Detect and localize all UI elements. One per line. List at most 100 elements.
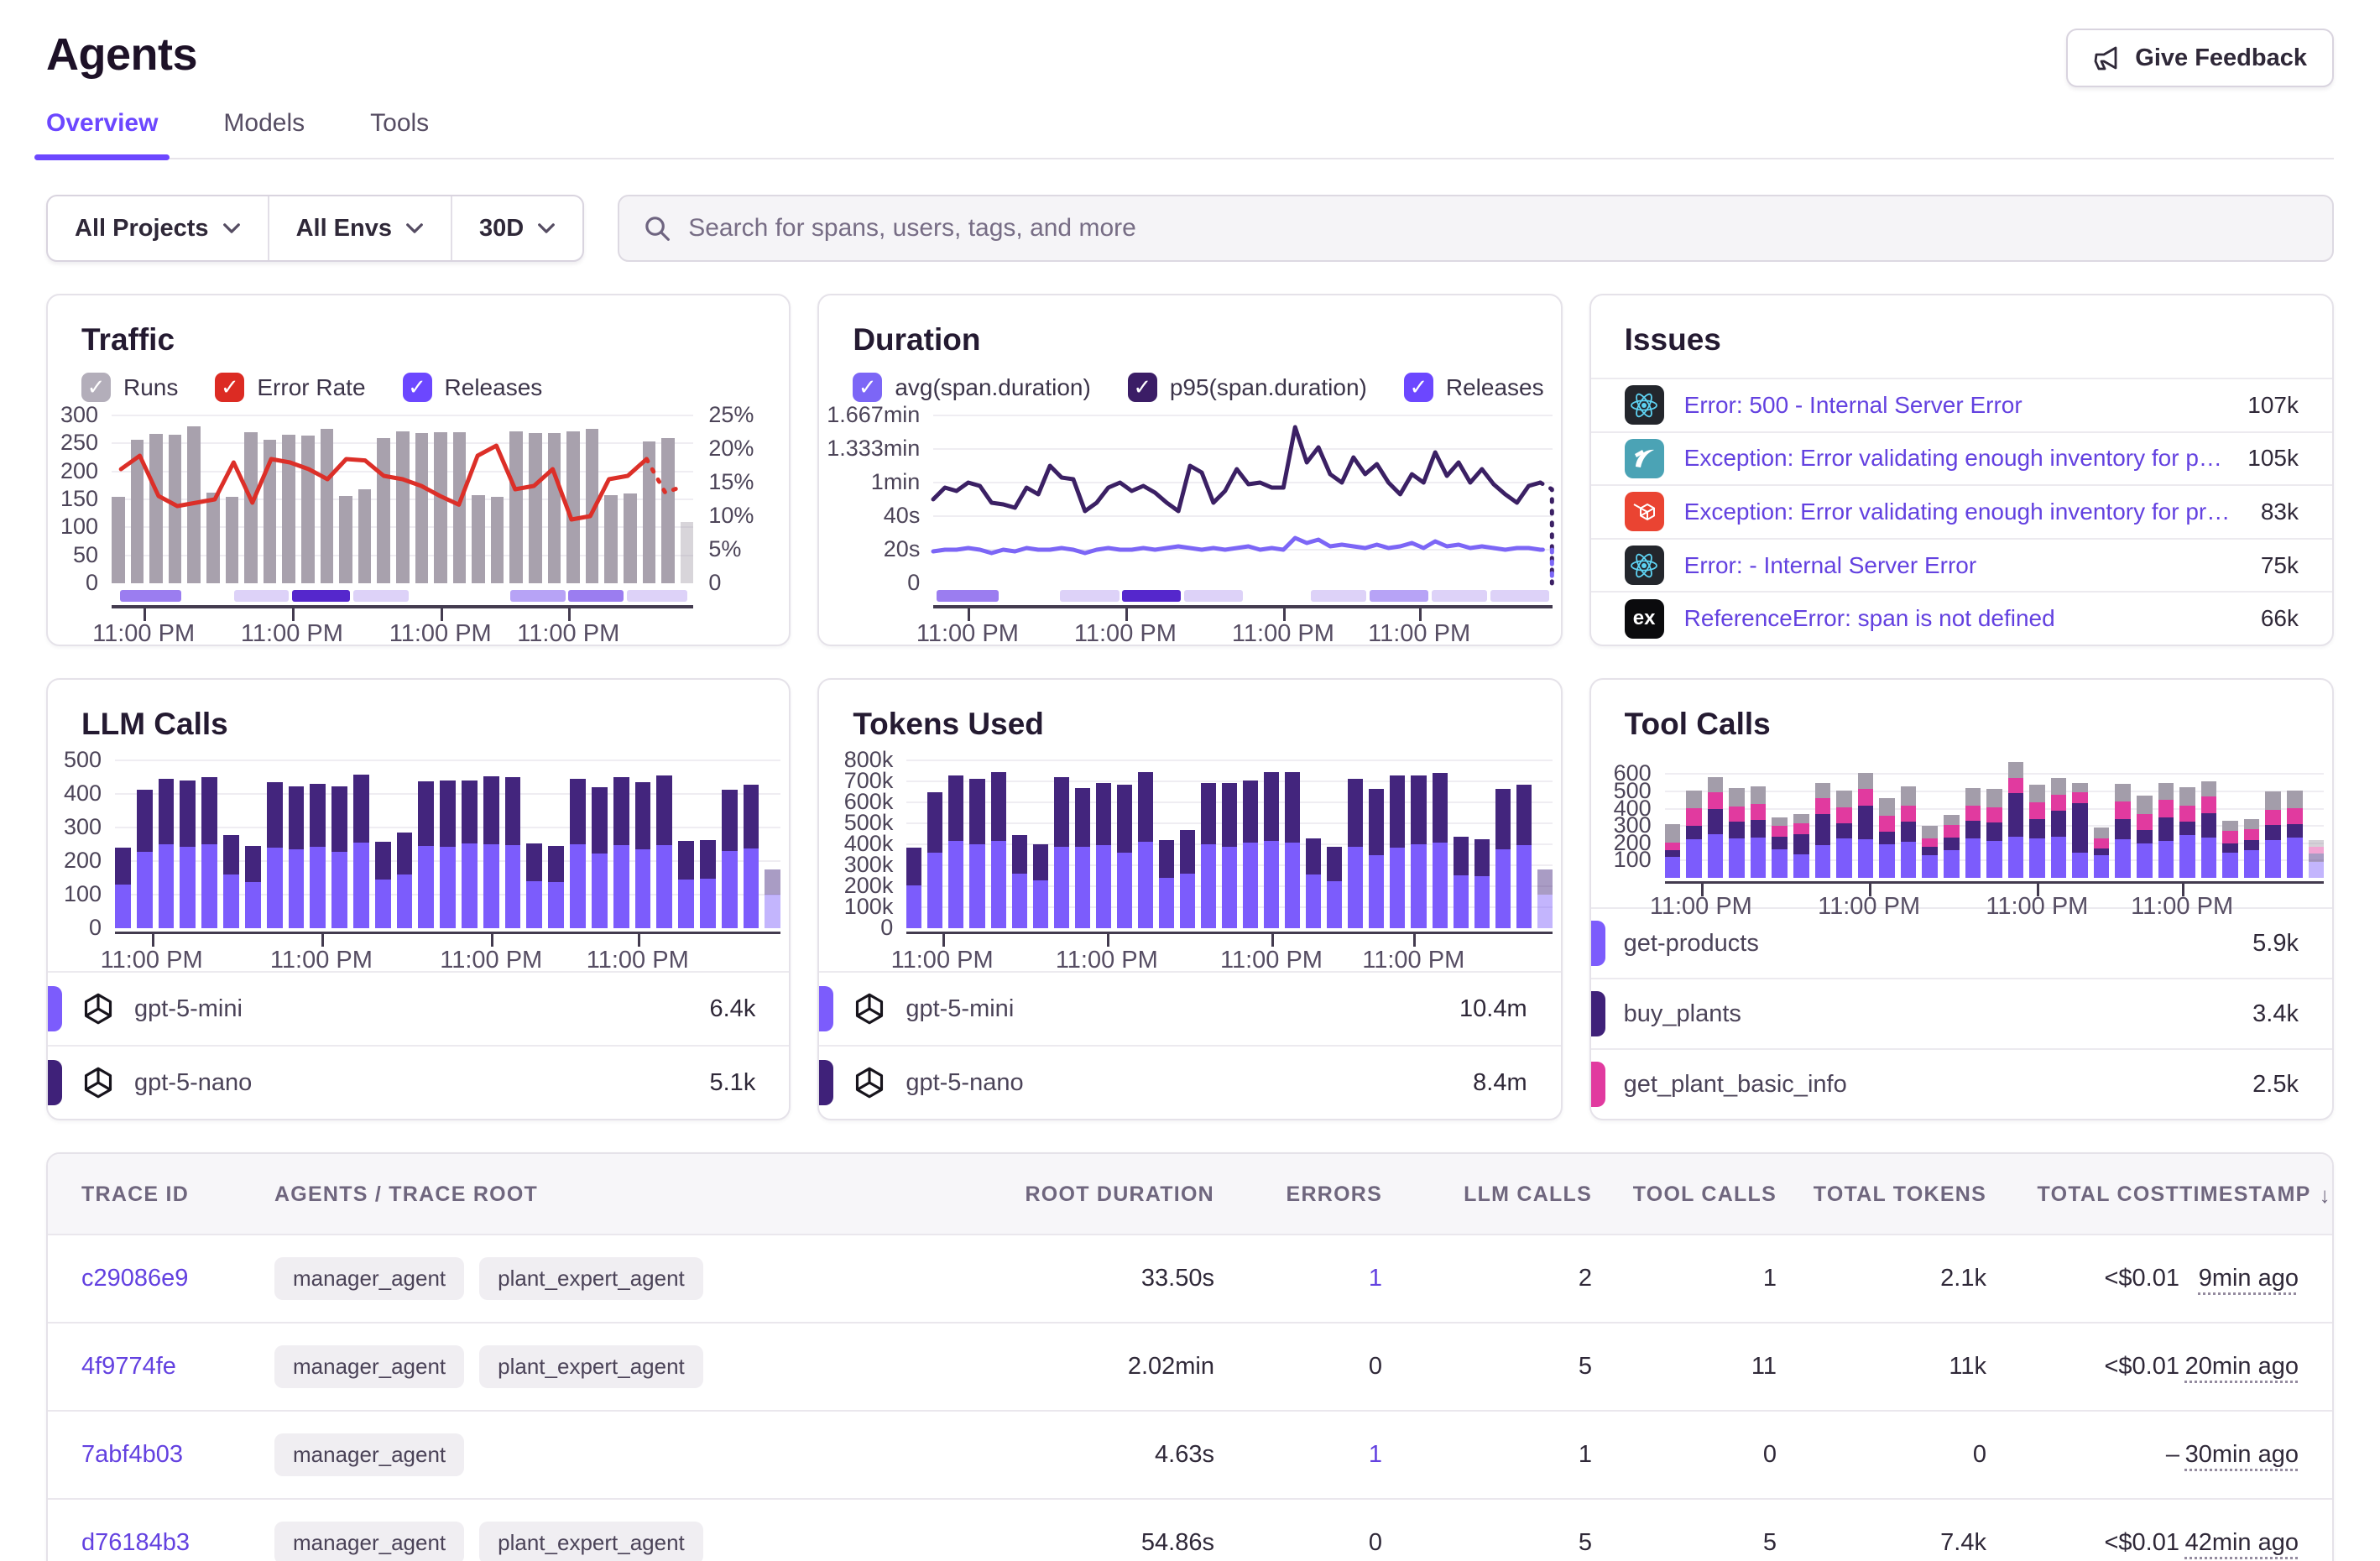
legend-row-gpt-5-mini[interactable]: gpt-5-mini 6.4k — [48, 971, 789, 1045]
checkbox-check-icon: ✓ — [403, 373, 432, 402]
give-feedback-button[interactable]: Give Feedback — [2066, 29, 2334, 87]
bar — [2265, 791, 2281, 878]
col-timestamp[interactable]: TIMESTAMP ↓ — [2179, 1154, 2334, 1234]
bar — [2008, 762, 2024, 878]
release-band[interactable] — [1432, 590, 1487, 602]
release-band[interactable] — [292, 590, 350, 602]
errors-cell[interactable]: 1 — [1214, 1412, 1382, 1498]
trace-id-link[interactable]: 7abf4b03 — [81, 1441, 183, 1469]
legend-row-gpt-5-nano[interactable]: gpt-5-nano 8.4m — [819, 1045, 1560, 1119]
legend-label: avg(span.duration) — [895, 374, 1090, 401]
trace-id-link[interactable]: d76184b3 — [81, 1529, 190, 1557]
bar — [1159, 840, 1174, 929]
issue-link[interactable]: Exception: Error validating enough inven… — [1684, 499, 2241, 525]
release-band[interactable] — [937, 590, 999, 602]
bar — [1665, 824, 1681, 878]
col-trace-id[interactable]: TRACE ID — [48, 1154, 274, 1234]
bar-segment — [927, 853, 942, 928]
bar-segment — [2222, 821, 2238, 831]
envs-filter[interactable]: All Envs — [269, 196, 452, 260]
timestamp-cell[interactable]: 9min ago — [2199, 1265, 2299, 1292]
issue-link[interactable]: Exception: Error validating enough inven… — [1684, 445, 2228, 472]
timestamp-cell[interactable]: 30min ago — [2185, 1441, 2299, 1469]
x-axis — [906, 932, 1552, 942]
bar-segment — [375, 842, 391, 880]
issue-row[interactable]: Exception: Error validating enough inven… — [1591, 431, 2332, 485]
release-band[interactable] — [1184, 590, 1243, 602]
bar-segment — [1944, 850, 1960, 878]
issue-link[interactable]: ReferenceError: span is not defined — [1684, 605, 2055, 632]
release-band[interactable] — [120, 590, 181, 602]
y-tick-label: 1.333min — [827, 436, 920, 462]
col-agents-trace-root[interactable]: AGENTS / TRACE ROOT — [274, 1154, 937, 1234]
trace-id-link[interactable]: 4f9774fe — [81, 1353, 176, 1381]
legend-row-gpt-5-nano[interactable]: gpt-5-nano 5.1k — [48, 1045, 789, 1119]
bar-segment — [2072, 853, 2088, 878]
issue-row[interactable]: Exception: Error validating enough inven… — [1591, 484, 2332, 538]
bar-segment — [1665, 843, 1681, 850]
bar-segment — [1117, 785, 1132, 853]
bar-segment — [1411, 775, 1426, 844]
bar-segment — [1772, 849, 1788, 878]
panel-title: Tool Calls — [1591, 707, 2332, 742]
bar-segment — [418, 846, 434, 928]
release-band[interactable] — [510, 590, 566, 602]
p95-duration-checkbox[interactable]: ✓p95(span.duration) — [1128, 373, 1367, 402]
release-band[interactable] — [1311, 590, 1366, 602]
projects-filter[interactable]: All Projects — [48, 196, 269, 260]
errors-cell[interactable]: 1 — [1214, 1235, 1382, 1322]
tool-calls-cell: 0 — [1592, 1412, 1777, 1498]
legend-row-gpt-5-mini[interactable]: gpt-5-mini 10.4m — [819, 971, 1560, 1045]
release-band[interactable] — [1122, 590, 1181, 602]
traffic-chart: 05010015020025030005%10%15%20%25% — [48, 415, 789, 583]
col-total-tokens[interactable]: TOTAL TOKENS — [1777, 1154, 1986, 1234]
bar — [2179, 787, 2195, 878]
bar-segment — [1348, 779, 1363, 847]
timestamp-cell[interactable]: 42min ago — [2185, 1529, 2299, 1557]
col-root-duration[interactable]: ROOT DURATION — [937, 1154, 1214, 1234]
error-rate-checkbox[interactable]: ✓Error Rate — [215, 373, 365, 402]
release-band[interactable] — [234, 590, 290, 602]
col-total-cost[interactable]: TOTAL COST — [1986, 1154, 2179, 1234]
issue-link[interactable]: Error: - Internal Server Error — [1684, 552, 1977, 579]
release-band[interactable] — [627, 590, 688, 602]
bar — [656, 775, 672, 928]
issue-row[interactable]: Error: 500 - Internal Server Error 107k — [1591, 378, 2332, 431]
bar-segment — [906, 885, 921, 928]
bar-segment — [1012, 874, 1027, 928]
col-errors[interactable]: ERRORS — [1214, 1154, 1382, 1234]
tab-overview[interactable]: Overview — [46, 109, 158, 158]
bar-segment — [570, 844, 586, 928]
release-band[interactable] — [1490, 590, 1549, 602]
issue-row[interactable]: ex ReferenceError: span is not defined 6… — [1591, 591, 2332, 645]
issue-row[interactable]: Error: - Internal Server Error 75k — [1591, 538, 2332, 592]
issue-link[interactable]: Error: 500 - Internal Server Error — [1684, 392, 2022, 419]
legend-row-get-plant-basic-info[interactable]: get_plant_basic_info 2.5k — [1591, 1048, 2332, 1119]
release-band[interactable] — [1060, 590, 1119, 602]
tab-models[interactable]: Models — [223, 109, 305, 158]
bar-segment — [991, 772, 1006, 840]
release-band[interactable] — [1370, 590, 1428, 602]
bar — [2244, 819, 2260, 878]
col-tool-calls[interactable]: TOOL CALLS — [1592, 1154, 1777, 1234]
releases-checkbox[interactable]: ✓Releases — [1404, 373, 1544, 402]
trace-id-link[interactable]: c29086e9 — [81, 1265, 188, 1292]
timestamp-cell[interactable]: 20min ago — [2185, 1353, 2299, 1381]
bar-segment — [744, 848, 759, 928]
bar-segment — [1686, 826, 1702, 838]
bar-segment — [1751, 838, 1767, 878]
x-tick-label: 11:00 PM — [389, 620, 492, 646]
legend-row-buy-plants[interactable]: buy_plants 3.4k — [1591, 978, 2332, 1048]
releases-checkbox[interactable]: ✓Releases — [403, 373, 543, 402]
runs-checkbox[interactable]: ✓Runs — [81, 373, 178, 402]
avg-duration-checkbox[interactable]: ✓avg(span.duration) — [853, 373, 1090, 402]
release-band[interactable] — [353, 590, 409, 602]
bar — [289, 786, 305, 928]
release-band[interactable] — [568, 590, 624, 602]
date-range-filter[interactable]: 30D — [452, 196, 582, 260]
y-tick-label-right: 5% — [708, 536, 741, 562]
tab-tools[interactable]: Tools — [370, 109, 429, 158]
bar-segment — [2244, 819, 2260, 829]
search-input[interactable]: Search for spans, users, tags, and more — [618, 195, 2334, 262]
col-llm-calls[interactable]: LLM CALLS — [1382, 1154, 1592, 1234]
